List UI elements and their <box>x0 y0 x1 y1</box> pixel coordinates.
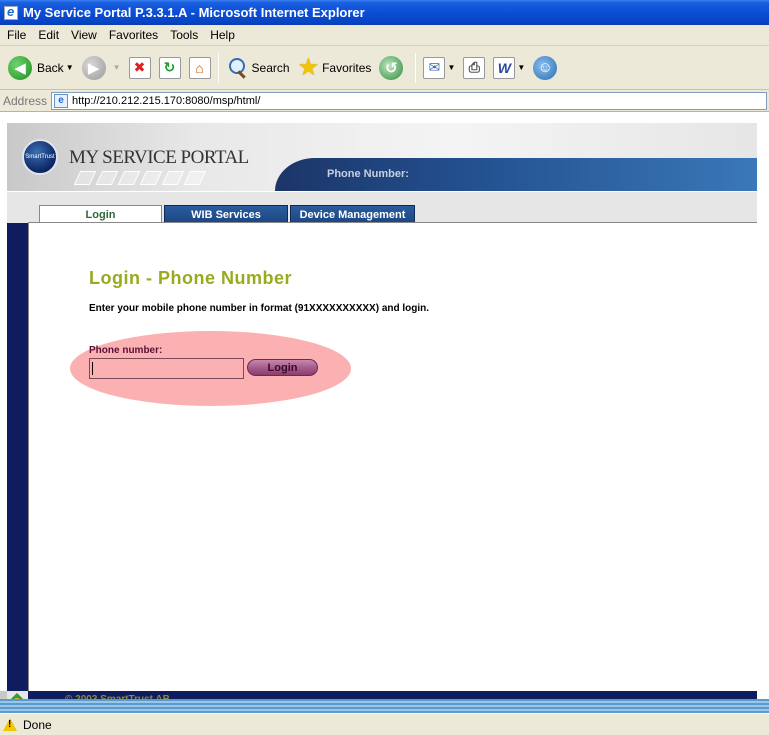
back-icon: ◀ <box>8 55 32 80</box>
address-input[interactable]: e http://210.212.215.170:8080/msp/html/ <box>51 91 767 110</box>
page-bottom-stripes <box>0 699 769 713</box>
address-label: Address <box>3 93 48 108</box>
window-title: My Service Portal P.3.3.1.A - Microsoft … <box>23 5 365 20</box>
menu-file[interactable]: File <box>1 28 32 42</box>
portal-name: MY SERVICE PORTAL <box>69 147 249 168</box>
logo-text: SmartTrust <box>25 154 55 160</box>
left-nav-strip <box>7 223 28 691</box>
media-icon: ↺ <box>379 55 404 80</box>
media-button[interactable]: ↺ <box>375 50 412 86</box>
text-caret <box>92 362 93 375</box>
back-button[interactable]: ◀ Back ▼ <box>4 50 78 86</box>
menu-edit[interactable]: Edit <box>32 28 65 42</box>
address-bar: Address e http://210.212.215.170:8080/ms… <box>0 90 769 112</box>
header-decoration <box>73 171 207 185</box>
print-button[interactable]: ⎙ <box>459 50 489 86</box>
edit-dropdown-icon[interactable]: ▼ <box>517 63 525 72</box>
print-icon: ⎙ <box>463 56 486 79</box>
favorites-icon: ★ <box>297 54 320 81</box>
refresh-button[interactable]: ↻ <box>155 50 185 86</box>
status-bar: Done <box>0 713 769 735</box>
menu-tools[interactable]: Tools <box>164 28 204 42</box>
favorites-label: Favorites <box>322 60 372 75</box>
warning-icon <box>3 717 17 732</box>
tab-bar: Login WIB Services Device Management <box>7 191 757 224</box>
back-dropdown-icon[interactable]: ▼ <box>66 63 74 72</box>
login-panel: Login - Phone Number Enter your mobile p… <box>28 222 757 691</box>
login-description: Enter your mobile phone number in format… <box>89 303 430 314</box>
menu-help[interactable]: Help <box>204 28 241 42</box>
status-text: Done <box>23 717 52 732</box>
portal-header: SmartTrust MY SERVICE PORTAL Phone Numbe… <box>7 123 757 191</box>
mail-button[interactable]: ✉ ▼ <box>419 50 459 86</box>
toolbar-separator <box>415 52 417 83</box>
page-content: SmartTrust MY SERVICE PORTAL Phone Numbe… <box>0 112 769 713</box>
header-band: Phone Number: <box>275 158 757 191</box>
search-label: Search <box>251 60 290 75</box>
home-icon: ⌂ <box>188 56 211 79</box>
home-button[interactable]: ⌂ <box>185 50 215 86</box>
toolbar: ◀ Back ▼ ▶ ▼ ✖ ↻ ⌂ Search ★ Favorites ↺ … <box>0 46 769 90</box>
forward-button[interactable]: ▶ ▼ <box>78 50 125 86</box>
refresh-icon: ↻ <box>158 56 181 79</box>
forward-icon: ▶ <box>81 55 106 80</box>
menu-bar: File Edit View Favorites Tools Help <box>0 25 769 46</box>
header-phone-label: Phone Number: <box>327 168 409 180</box>
menu-favorites[interactable]: Favorites <box>103 28 164 42</box>
portal-frame: SmartTrust MY SERVICE PORTAL Phone Numbe… <box>0 123 757 713</box>
search-icon <box>226 57 248 79</box>
favorites-button[interactable]: ★ Favorites <box>294 50 376 86</box>
address-url: http://210.212.215.170:8080/msp/html/ <box>72 94 261 107</box>
messenger-icon: ☺ <box>533 55 558 80</box>
menu-view[interactable]: View <box>65 28 103 42</box>
mail-icon: ✉ <box>423 56 446 79</box>
phone-number-input[interactable] <box>89 358 244 379</box>
page-title: Login - Phone Number <box>89 268 292 288</box>
page-icon: e <box>54 93 69 108</box>
ie-icon <box>4 4 18 20</box>
back-label: Back <box>37 60 64 75</box>
stop-icon: ✖ <box>128 56 151 79</box>
forward-dropdown-icon[interactable]: ▼ <box>113 63 121 72</box>
mail-dropdown-icon[interactable]: ▼ <box>447 63 455 72</box>
window-title-bar: My Service Portal P.3.3.1.A - Microsoft … <box>0 0 769 25</box>
phone-number-label: Phone number: <box>89 345 163 356</box>
login-button[interactable]: Login <box>247 359 318 376</box>
stop-button[interactable]: ✖ <box>125 50 155 86</box>
search-button[interactable]: Search <box>222 50 294 86</box>
toolbar-separator <box>217 52 219 83</box>
smarttrust-logo: SmartTrust <box>22 139 58 175</box>
edit-icon: W <box>493 56 516 79</box>
edit-button[interactable]: W ▼ <box>489 50 529 86</box>
messenger-button[interactable]: ☺ <box>529 50 566 86</box>
